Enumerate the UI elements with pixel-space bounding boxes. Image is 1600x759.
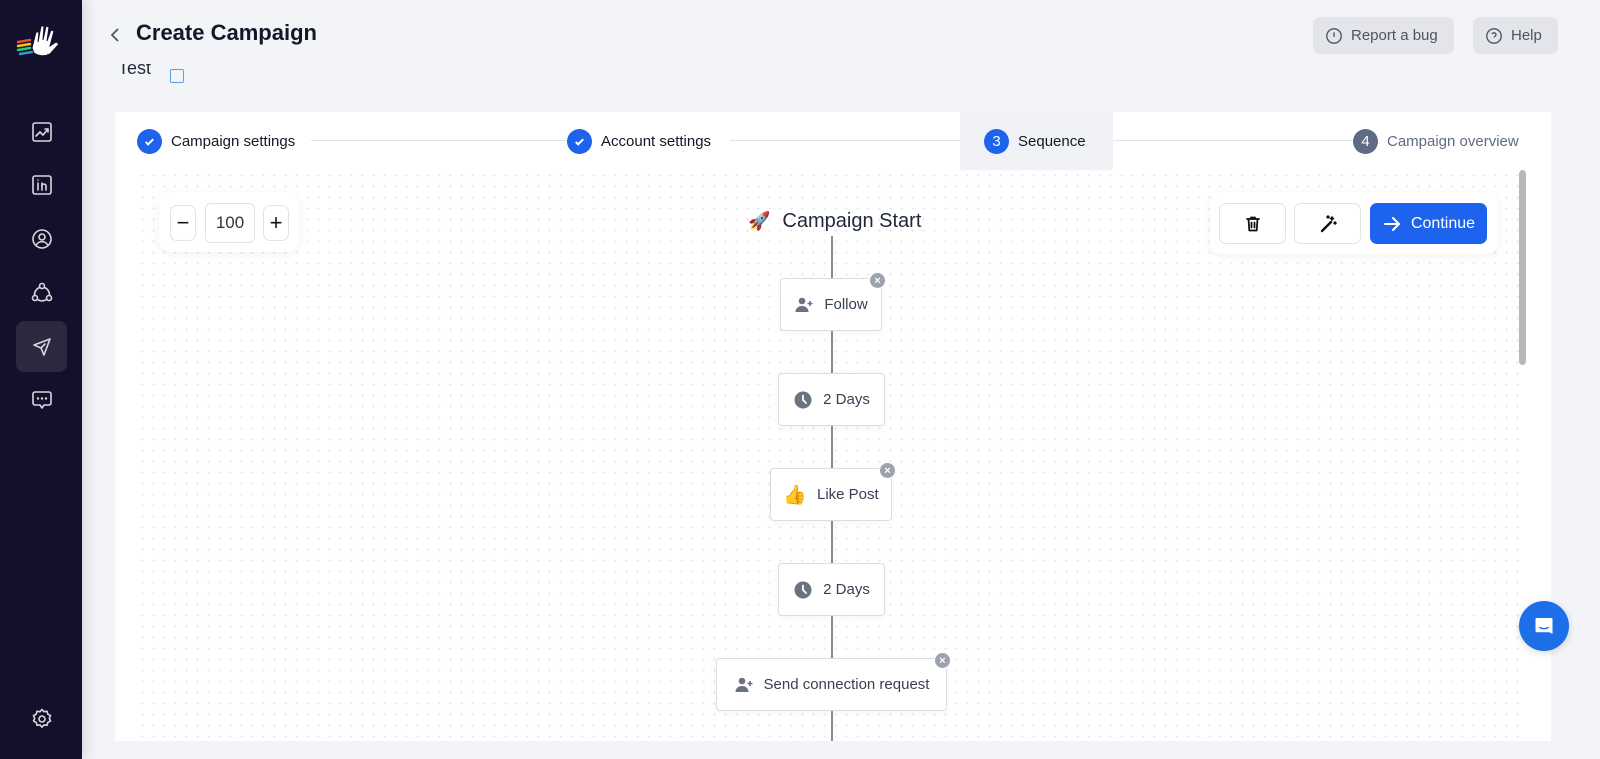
chat-icon (31, 390, 52, 409)
user-plus-icon (795, 297, 813, 312)
step-check-icon (137, 128, 162, 154)
step-divider (730, 140, 960, 141)
step-check-icon (567, 128, 592, 154)
help-circle-icon (1486, 27, 1502, 44)
flow-node-delay[interactable]: 2 Days (778, 563, 885, 616)
sidebar-item-settings[interactable] (16, 693, 67, 744)
arrow-right-icon (1383, 216, 1400, 231)
magic-wand-button[interactable] (1294, 203, 1361, 244)
step-sequence[interactable]: 3 Sequence (960, 112, 1113, 170)
zoom-in-button[interactable]: + (263, 205, 289, 241)
sidebar-item-linkedin[interactable] (16, 159, 67, 210)
gear-icon (32, 708, 51, 728)
clock-icon (794, 391, 812, 408)
user-plus-icon (735, 677, 753, 692)
step-label: Sequence (1018, 132, 1086, 150)
step-number: 4 (1353, 128, 1378, 154)
support-chat-button[interactable] (1519, 601, 1569, 651)
node-label: 2 Days (823, 391, 870, 408)
step-account-settings[interactable]: Account settings (567, 112, 711, 170)
step-label: Campaign settings (171, 132, 296, 150)
campaign-name: Test (118, 64, 152, 78)
flow-node-like-post[interactable]: 👍 Like Post (770, 468, 892, 521)
flow-node-delay[interactable]: 2 Days (778, 373, 885, 426)
alert-circle-icon (1326, 27, 1342, 44)
continue-label: Continue (1410, 214, 1476, 232)
remove-node-button[interactable]: × (934, 652, 951, 669)
step-divider (1113, 140, 1353, 141)
flow-connector (831, 521, 833, 563)
canvas-scrollbar[interactable] (1519, 170, 1526, 365)
user-circle-icon (31, 228, 52, 249)
remove-node-button[interactable]: × (879, 462, 896, 479)
flow-connector (831, 616, 833, 658)
zoom-out-button[interactable]: − (170, 205, 196, 241)
remove-node-button[interactable]: × (869, 272, 886, 289)
top-bar: Create Campaign Report a bug Help (82, 0, 1600, 70)
app-logo[interactable] (16, 20, 66, 60)
flow-connector (831, 236, 833, 278)
sidebar (0, 0, 82, 759)
node-label: 2 Days (823, 581, 870, 598)
chat-widget-icon (1535, 618, 1553, 634)
thumbs-up-icon: 👍 (783, 484, 807, 506)
stepper: Campaign settings Account settings 3 Seq… (115, 112, 1551, 170)
flow-node-send-connection[interactable]: Send connection request (716, 658, 947, 711)
sidebar-item-analytics[interactable] (16, 106, 67, 157)
linkedin-icon (31, 174, 52, 195)
rocket-icon: 🚀 (748, 211, 771, 231)
flow-connector (831, 711, 833, 741)
campaign-start: 🚀 Campaign Start (748, 210, 921, 233)
step-label: Account settings (601, 132, 712, 150)
back-button[interactable] (106, 24, 124, 46)
step-label: Campaign overview (1387, 132, 1519, 150)
continue-button[interactable]: Continue (1370, 203, 1487, 244)
step-number: 3 (984, 128, 1009, 154)
campaign-card: Campaign settings Account settings 3 Seq… (115, 112, 1551, 741)
node-label: Follow (824, 296, 868, 313)
node-label: Like Post (816, 486, 879, 503)
flow-node-follow[interactable]: Follow (780, 278, 882, 331)
chart-trend-icon (31, 121, 52, 142)
node-label: Send connection request (763, 676, 930, 693)
delete-button[interactable] (1219, 203, 1286, 244)
canvas-actions: Continue (1210, 192, 1498, 254)
help-label: Help (1511, 27, 1542, 44)
network-icon (31, 282, 52, 302)
zoom-level-input[interactable] (205, 203, 255, 243)
report-bug-label: Report a bug (1351, 27, 1438, 44)
step-divider (311, 140, 567, 141)
sidebar-item-messages[interactable] (16, 374, 67, 425)
flow-connector (831, 426, 833, 468)
sidebar-item-contacts[interactable] (16, 213, 67, 264)
edit-name-icon[interactable] (170, 69, 184, 83)
paper-plane-icon (32, 337, 51, 356)
chevron-left-icon (110, 28, 119, 42)
clock-icon (794, 581, 812, 598)
sidebar-item-campaigns[interactable] (16, 321, 67, 372)
page-title: Create Campaign (136, 20, 317, 45)
step-campaign-overview[interactable]: 4 Campaign overview (1353, 112, 1519, 170)
zoom-controls: − + (159, 192, 299, 252)
help-button[interactable]: Help (1473, 17, 1558, 54)
magic-wand-icon (1320, 214, 1337, 232)
campaign-start-label: Campaign Start (782, 210, 922, 232)
trash-icon (1245, 216, 1260, 231)
flow-connector (831, 331, 833, 373)
step-campaign-settings[interactable]: Campaign settings (137, 112, 295, 170)
report-bug-button[interactable]: Report a bug (1313, 17, 1454, 54)
sidebar-item-network[interactable] (16, 267, 67, 318)
